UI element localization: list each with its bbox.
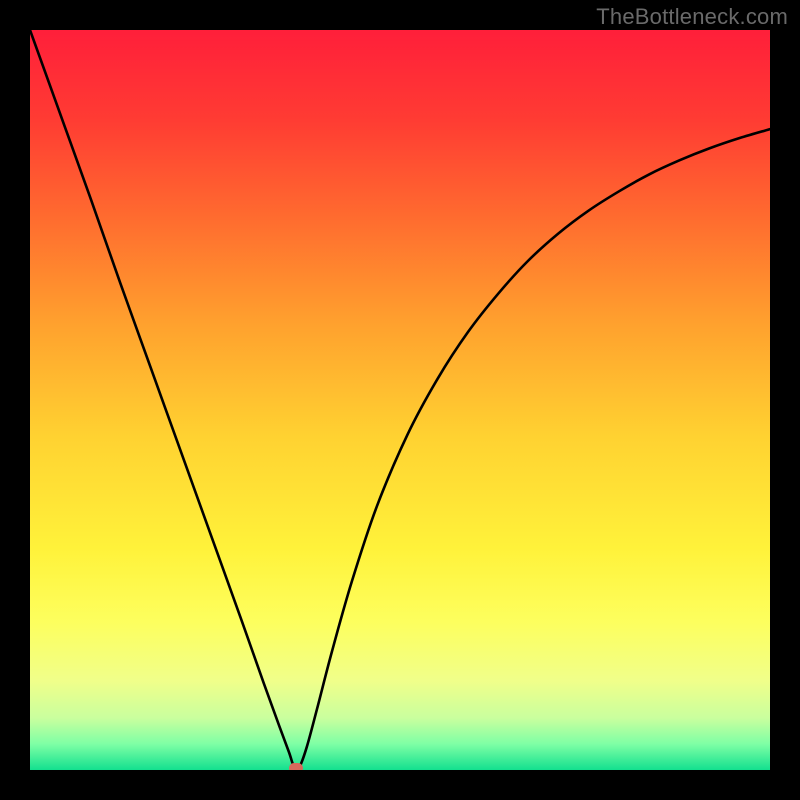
- curve-minimum-marker: [289, 763, 303, 770]
- plot-area: [30, 30, 770, 770]
- watermark-text: TheBottleneck.com: [596, 4, 788, 30]
- chart-frame: TheBottleneck.com: [0, 0, 800, 800]
- bottleneck-curve: [30, 30, 770, 770]
